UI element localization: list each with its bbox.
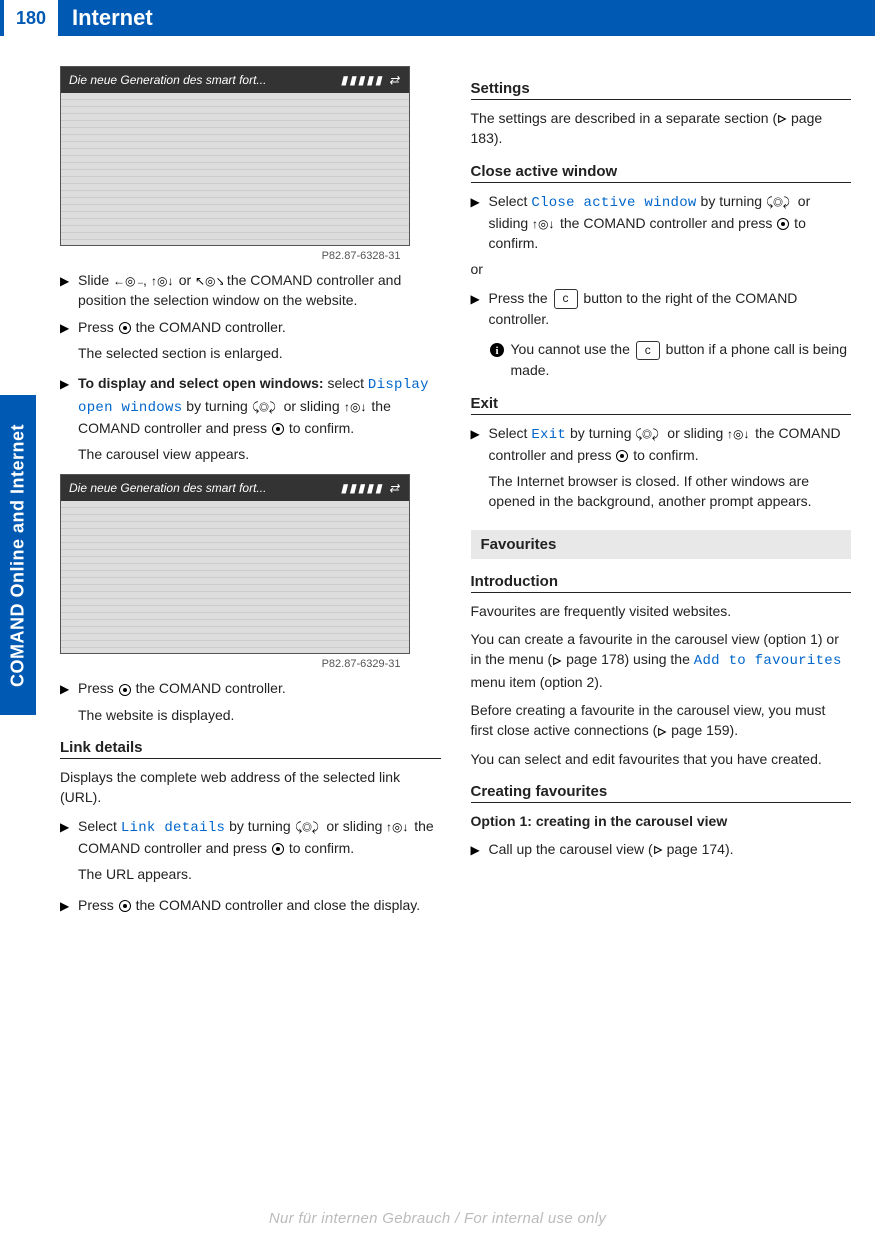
- key-c: c: [636, 341, 660, 361]
- reference-icon: [552, 656, 562, 666]
- watermark: Nur für internen Gebrauch / For internal…: [0, 1210, 875, 1227]
- subheading: Exit: [471, 395, 852, 415]
- figure-id: P82.87-6329-31: [60, 658, 401, 670]
- page-header: 180 Internet: [0, 0, 875, 36]
- step: ▶ Press the COMAND controller.: [60, 317, 441, 337]
- result-text: The Internet browser is closed. If other…: [489, 471, 852, 512]
- press-icon: [776, 217, 790, 231]
- press-icon: [615, 449, 629, 463]
- slide-vertical-icon: [386, 820, 410, 834]
- page-number: 180: [4, 0, 58, 36]
- paragraph: You can create a favourite in the carous…: [471, 629, 852, 692]
- slide-vertical-icon: [727, 427, 751, 441]
- press-icon: [118, 683, 132, 697]
- signal-icon: ▮▮▮▮▮ ⇄: [341, 481, 401, 495]
- side-tab: COMAND Online and Internet: [0, 395, 36, 715]
- subheading: Close active window: [471, 163, 852, 183]
- subheading: Link details: [60, 739, 441, 759]
- info-note: You cannot use the c button if a phone c…: [489, 339, 852, 380]
- reference-icon: [657, 727, 667, 737]
- signal-icon: ▮▮▮▮▮ ⇄: [341, 73, 401, 87]
- reference-icon: [777, 114, 787, 124]
- step: ▶ Select Link details by turning or slid…: [60, 816, 441, 859]
- subheading: Introduction: [471, 573, 852, 593]
- press-icon: [271, 422, 285, 436]
- page-title: Internet: [72, 5, 153, 31]
- screenshot-2: Die neue Generation des smart fort... ▮▮▮…: [60, 474, 410, 654]
- reference-icon: [653, 845, 663, 855]
- paragraph: Before creating a favourite in the carou…: [471, 700, 852, 741]
- step: ▶ Select Close active window by turning …: [471, 191, 852, 254]
- section-heading: Favourites: [471, 530, 852, 559]
- press-icon: [271, 842, 285, 856]
- step: ▶ To display and select open windows: se…: [60, 373, 441, 438]
- result-text: The carousel view appears.: [78, 444, 441, 464]
- paragraph: Displays the complete web address of the…: [60, 767, 441, 808]
- paragraph: You can select and edit favourites that …: [471, 749, 852, 769]
- screenshot-1: Die neue Generation des smart fort... ▮▮▮…: [60, 66, 410, 246]
- key-c: c: [554, 289, 578, 309]
- paragraph: Favourites are frequently visited websit…: [471, 601, 852, 621]
- turn-icon: [766, 195, 794, 209]
- slide-vertical-icon: [532, 217, 556, 231]
- or-text: or: [471, 259, 852, 279]
- menu-item: Add to favourites: [694, 653, 842, 669]
- option-title: Option 1: creating in the carousel view: [471, 811, 852, 831]
- turn-icon: [295, 820, 323, 834]
- subheading: Creating favourites: [471, 783, 852, 803]
- subheading: Settings: [471, 80, 852, 100]
- turn-icon: [635, 427, 663, 441]
- paragraph: The settings are described in a separate…: [471, 108, 852, 149]
- right-column: Settings The settings are described in a…: [471, 66, 852, 921]
- menu-item: Close active window: [531, 195, 696, 211]
- press-icon: [118, 321, 132, 335]
- slide-diagonal-icon: [195, 274, 223, 288]
- content: Die neue Generation des smart fort... ▮▮▮…: [0, 36, 875, 921]
- menu-item: Link details: [121, 820, 225, 836]
- step: ▶ Slide , or the COMAND controller and p…: [60, 270, 441, 311]
- result-text: The URL appears.: [78, 864, 441, 884]
- step: ▶ Select Exit by turning or sliding the …: [471, 423, 852, 466]
- left-column: Die neue Generation des smart fort... ▮▮▮…: [60, 66, 441, 921]
- figure-caption: Die neue Generation des smart fort...: [69, 73, 266, 87]
- result-text: The selected section is enlarged.: [78, 343, 441, 363]
- turn-icon: [252, 400, 280, 414]
- slide-vertical-icon: [344, 400, 368, 414]
- info-icon: [489, 342, 505, 358]
- slide-horizontal-icon: [113, 274, 143, 288]
- menu-item: Exit: [531, 427, 566, 443]
- step: ▶ Press the COMAND controller and close …: [60, 895, 441, 915]
- step: ▶ Press the c button to the right of the…: [471, 288, 852, 329]
- slide-vertical-icon: [151, 274, 175, 288]
- step: ▶ Call up the carousel view ( page 174).: [471, 839, 852, 859]
- step: ▶ Press the COMAND controller.: [60, 678, 441, 698]
- result-text: The website is displayed.: [78, 705, 441, 725]
- figure-caption: Die neue Generation des smart fort...: [69, 481, 266, 495]
- figure-id: P82.87-6328-31: [60, 250, 401, 262]
- press-icon: [118, 899, 132, 913]
